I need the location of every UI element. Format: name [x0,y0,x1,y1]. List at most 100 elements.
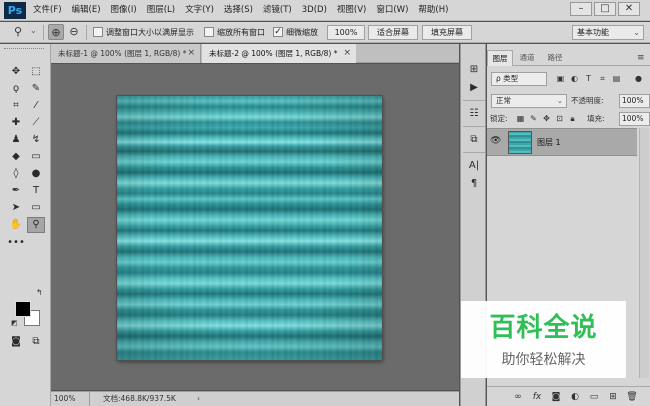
maximize-button[interactable]: □ [594,2,616,16]
close-button[interactable]: ✕ [618,2,640,16]
marquee-tool-icon[interactable]: ⬚ [27,64,45,80]
eraser-tool-icon[interactable]: ◆ [7,149,25,165]
character-panel-icon[interactable]: A| [465,158,483,174]
actions-panel-icon[interactable]: ▶ [465,80,483,96]
chevron-down-icon[interactable]: ⌄ [30,26,37,35]
default-colors-icon[interactable]: ◩ [11,319,18,327]
lock-all-icon[interactable]: 🔒︎ [567,113,578,125]
new-layer-icon[interactable]: ⊞ [606,390,620,404]
swap-colors-icon[interactable]: ↰ [36,288,43,297]
blur-tool-icon[interactable]: ◊ [7,166,25,182]
tab-untitled-2[interactable]: 未标题-2 @ 100% (图层 1, RGB/8) * × [202,44,356,63]
filter-toggle-icon[interactable]: ● [633,73,644,85]
clone-stamp-tool-icon[interactable]: ♟ [7,132,25,148]
filter-adjustment-icon[interactable]: ◐ [569,73,580,85]
status-menu-arrow-icon[interactable]: › [197,392,200,406]
zoom-level-field[interactable]: 100% [54,392,90,406]
edit-toolbar-icon[interactable]: ••• [7,235,25,251]
paragraph-panel-icon[interactable]: ¶ [465,176,483,192]
panel-menu-icon[interactable]: ≡ [637,50,645,66]
gradient-tool-icon[interactable]: ▭ [27,149,45,165]
eye-visibility-icon[interactable]: 👁︎ [490,136,501,146]
fill-screen-button[interactable]: 填充屏幕 [422,25,472,40]
quick-mask-icon[interactable]: ◙ [7,334,25,350]
menu-window[interactable]: 窗口(W) [376,0,408,21]
menu-image[interactable]: 图像(I) [111,0,137,21]
rectangle-tool-icon[interactable]: ▭ [27,200,45,216]
document-tabs: 未标题-1 @ 100% (图层 1, RGB/8) * × 未标题-2 @ 1… [51,44,459,63]
menu-layer[interactable]: 图层(L) [147,0,175,21]
hand-tool-icon[interactable]: ✋ [7,217,25,233]
eyedropper-tool-icon[interactable]: ⁄ [27,98,45,114]
zoom-100-button[interactable]: 100% [327,25,365,40]
tools-panel: ✥ ⬚ ϙ ✎ ⌗ ⁄ ✚ ⟋ ♟ ↯ ◆ ▭ ◊ ● ✒ T ➤ ▭ ✋ ⚲ … [0,44,51,406]
menu-view[interactable]: 视图(V) [337,0,366,21]
zoom-tool-icon[interactable]: ⚲ [27,217,45,233]
layer-filter-select[interactable]: ρ 类型 [491,72,547,86]
dodge-tool-icon[interactable]: ● [27,166,45,182]
blend-mode-select[interactable]: 正常 ⌄ [491,94,567,108]
crop-tool-icon[interactable]: ⌗ [7,98,25,114]
zoom-tool-preset-icon[interactable]: ⚲ [10,24,26,40]
menu-3d[interactable]: 3D(D) [302,0,327,21]
move-tool-icon[interactable]: ✥ [7,64,25,80]
panel-grip[interactable] [4,48,44,52]
tab-untitled-1[interactable]: 未标题-1 @ 100% (图层 1, RGB/8) * × [51,44,201,63]
foreground-color-swatch[interactable] [15,301,31,317]
fit-screen-button[interactable]: 适合屏幕 [368,25,418,40]
minimize-button[interactable]: – [570,2,592,16]
mask-icon[interactable]: ◙ [549,390,563,404]
lock-artboard-icon[interactable]: ⊡ [554,113,565,125]
lock-transparent-icon[interactable]: ▦ [515,113,526,125]
menu-file[interactable]: 文件(F) [33,0,62,21]
lasso-tool-icon[interactable]: ϙ [7,81,25,97]
history-brush-tool-icon[interactable]: ↯ [27,132,45,148]
tab-channels[interactable]: 通道 [514,50,540,66]
tab-layers[interactable]: 图层 [487,50,513,66]
path-selection-tool-icon[interactable]: ➤ [7,200,25,216]
menu-type[interactable]: 文字(Y) [185,0,214,21]
zoom-in-icon[interactable]: ⊕ [48,24,64,40]
canvas-workspace[interactable] [51,64,459,390]
status-bar: 100% 文档:468.8K/937.5K › [51,391,459,406]
healing-brush-tool-icon[interactable]: ✚ [7,115,25,131]
adjustment-icon[interactable]: ◐ [568,390,582,404]
scrubby-zoom-checkbox[interactable]: ✓ [273,27,283,37]
tab-paths[interactable]: 路径 [542,50,568,66]
pen-tool-icon[interactable]: ✒ [7,183,25,199]
menu-select[interactable]: 选择(S) [224,0,253,21]
fx-icon[interactable]: fx [530,390,544,404]
link-icon[interactable]: ∞ [511,390,525,404]
menu-filter[interactable]: 滤镜(T) [263,0,292,21]
group-icon[interactable]: ▭ [587,390,601,404]
zoom-out-icon[interactable]: ⊖ [66,24,82,40]
screen-mode-icon[interactable]: ⧉ [27,334,45,350]
history-panel-icon[interactable]: ⊞ [465,62,483,78]
trash-icon[interactable]: 🗑︎ [625,390,639,404]
panel-scrollbar[interactable] [639,128,649,378]
close-icon[interactable]: × [187,44,195,63]
layer-name[interactable]: 图层 1 [537,129,561,157]
menu-help[interactable]: 帮助(H) [418,0,448,21]
clone-source-panel-icon[interactable]: ⧉ [465,132,483,148]
document-canvas[interactable] [117,96,382,360]
lock-image-icon[interactable]: ✎ [528,113,539,125]
filter-type-icon[interactable]: T [583,73,594,85]
filter-smart-object-icon[interactable]: ▤ [611,73,622,85]
layer-row[interactable]: 👁︎ 图层 1 [487,128,637,156]
filter-pixel-icon[interactable]: ▣ [555,73,566,85]
quick-select-tool-icon[interactable]: ✎ [27,81,45,97]
workspace-select[interactable]: 基本功能 ⌄ [572,25,644,40]
layer-thumbnail[interactable] [508,131,532,154]
lock-position-icon[interactable]: ✥ [541,113,552,125]
opacity-field[interactable]: 100% [619,94,650,108]
fill-field[interactable]: 100% [619,112,650,126]
close-icon[interactable]: × [343,44,351,63]
properties-panel-icon[interactable]: ☷ [465,106,483,122]
filter-shape-icon[interactable]: ⌗ [597,73,608,85]
menu-edit[interactable]: 编辑(E) [72,0,101,21]
zoom-all-windows-checkbox[interactable] [204,27,214,37]
type-tool-icon[interactable]: T [27,183,45,199]
brush-tool-icon[interactable]: ⟋ [27,115,45,131]
resize-windows-checkbox[interactable] [93,27,103,37]
